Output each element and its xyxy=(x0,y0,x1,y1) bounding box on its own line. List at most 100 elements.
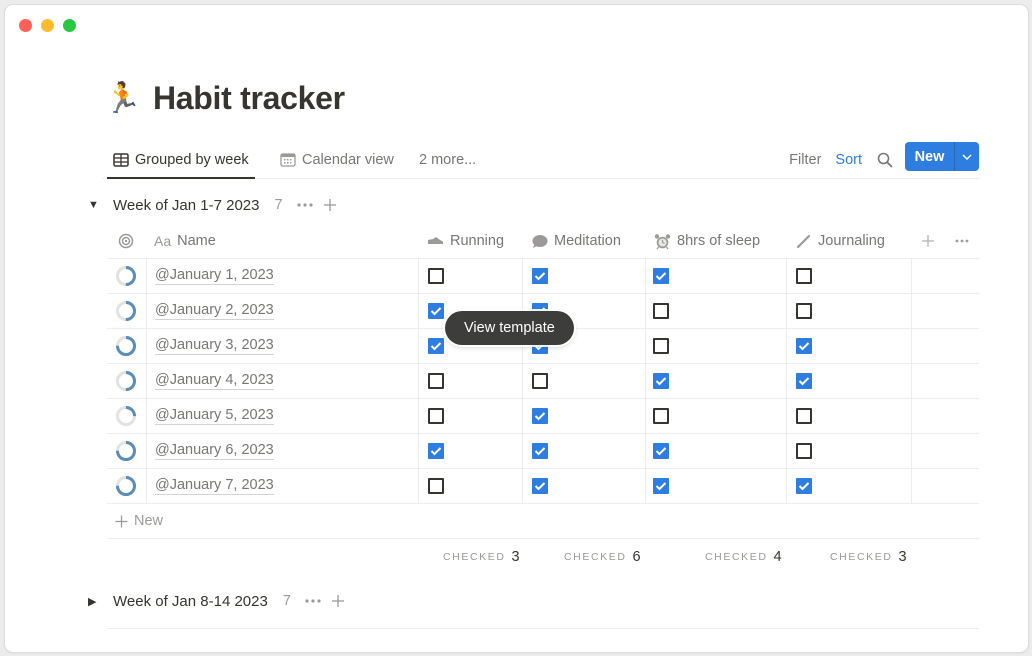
journaling-checkbox[interactable] xyxy=(796,303,812,319)
calculation-row: CHECKED 3 CHECKED 6 CHECKED 4 CHECKED 3 xyxy=(107,539,979,574)
column-header-progress[interactable] xyxy=(118,224,134,258)
check-icon xyxy=(534,482,546,491)
zoom-window-button[interactable] xyxy=(63,19,76,32)
add-row-button[interactable]: New xyxy=(107,504,979,539)
column-divider xyxy=(786,364,787,398)
group-more-icon[interactable] xyxy=(296,203,313,207)
journaling-checkbox[interactable] xyxy=(796,338,812,354)
calc-value: 6 xyxy=(632,548,641,565)
running-checkbox[interactable] xyxy=(428,303,444,319)
running-checkbox[interactable] xyxy=(428,268,444,284)
column-divider xyxy=(418,364,419,398)
meditation-checkbox[interactable] xyxy=(532,268,548,284)
journaling-checkbox[interactable] xyxy=(796,268,812,284)
column-header-sleep[interactable]: 8hrs of sleep xyxy=(654,224,760,258)
column-divider xyxy=(645,294,646,328)
date-mention-link[interactable]: @January 6, 2023 xyxy=(155,442,274,460)
table-row[interactable]: @January 6, 2023 xyxy=(107,434,979,469)
new-button-label[interactable]: New xyxy=(905,142,955,171)
meditation-cell xyxy=(532,399,548,433)
group-header-week2: ▶ Week of Jan 8-14 2023 7 xyxy=(88,589,345,613)
meditation-checkbox[interactable] xyxy=(532,443,548,459)
column-divider xyxy=(418,469,419,503)
meditation-checkbox[interactable] xyxy=(532,408,548,424)
calc-running[interactable]: CHECKED 3 xyxy=(443,539,520,574)
sleep-checkbox[interactable] xyxy=(653,373,669,389)
running-checkbox[interactable] xyxy=(428,373,444,389)
column-divider xyxy=(786,329,787,363)
progress-ring-icon xyxy=(116,371,136,391)
running-cell xyxy=(428,329,444,363)
column-header-name[interactable]: Aa Name xyxy=(154,224,216,258)
sleep-checkbox[interactable] xyxy=(653,268,669,284)
date-mention-link[interactable]: @January 2, 2023 xyxy=(155,302,274,320)
running-checkbox[interactable] xyxy=(428,408,444,424)
calc-meditation[interactable]: CHECKED 6 xyxy=(564,539,641,574)
running-checkbox[interactable] xyxy=(428,443,444,459)
tab-calendar-view[interactable]: Calendar view xyxy=(274,142,400,178)
search-icon[interactable] xyxy=(877,152,893,168)
minimize-window-button[interactable] xyxy=(41,19,54,32)
table-row[interactable]: @January 4, 2023 xyxy=(107,364,979,399)
running-checkbox[interactable] xyxy=(428,478,444,494)
group-add-icon[interactable] xyxy=(323,198,337,212)
add-property-icon[interactable] xyxy=(921,224,935,258)
name-cell: @January 6, 2023 xyxy=(155,434,274,468)
check-icon xyxy=(798,342,810,351)
date-mention-link[interactable]: @January 1, 2023 xyxy=(155,267,274,285)
column-divider xyxy=(786,469,787,503)
column-divider xyxy=(146,399,147,433)
page-icon-runner[interactable]: 🏃 xyxy=(104,81,141,117)
alarm-clock-icon xyxy=(654,233,671,249)
calc-journaling[interactable]: CHECKED 3 xyxy=(830,539,907,574)
page-title[interactable]: Habit tracker xyxy=(153,80,345,117)
filter-button[interactable]: Filter xyxy=(789,152,821,168)
progress-ring-icon xyxy=(116,406,136,426)
group-more-icon[interactable] xyxy=(305,599,321,603)
date-mention-link[interactable]: @January 4, 2023 xyxy=(155,372,274,390)
group-count: 7 xyxy=(282,593,291,609)
check-icon xyxy=(655,272,667,281)
table-row[interactable]: @January 7, 2023 xyxy=(107,469,979,504)
tab-more-views[interactable]: 2 more... xyxy=(413,142,482,178)
date-mention-link[interactable]: @January 5, 2023 xyxy=(155,407,274,425)
column-header-journaling[interactable]: Journaling xyxy=(796,224,885,258)
expand-triangle-icon[interactable]: ▶ xyxy=(88,595,100,608)
table-row[interactable]: @January 1, 2023 xyxy=(107,259,979,294)
column-header-running[interactable]: Running xyxy=(427,224,504,258)
check-icon xyxy=(430,447,442,456)
tab-grouped-by-week[interactable]: Grouped by week xyxy=(107,142,255,179)
meditation-checkbox[interactable] xyxy=(532,478,548,494)
close-window-button[interactable] xyxy=(19,19,32,32)
table-more-icon[interactable] xyxy=(955,224,969,258)
sleep-checkbox[interactable] xyxy=(653,303,669,319)
calc-label: CHECKED xyxy=(564,550,627,563)
name-cell: @January 7, 2023 xyxy=(155,469,274,503)
sleep-checkbox[interactable] xyxy=(653,408,669,424)
view-bar: Grouped by week Calendar view 2 more... … xyxy=(102,142,979,179)
check-icon xyxy=(534,272,546,281)
journaling-checkbox[interactable] xyxy=(796,443,812,459)
column-divider xyxy=(418,259,419,293)
running-checkbox[interactable] xyxy=(428,338,444,354)
calc-sleep[interactable]: CHECKED 4 xyxy=(705,539,782,574)
group-title[interactable]: Week of Jan 8-14 2023 xyxy=(113,593,268,610)
sleep-checkbox[interactable] xyxy=(653,338,669,354)
view-template-tooltip[interactable]: View template xyxy=(445,311,574,345)
new-button[interactable]: New xyxy=(905,142,979,171)
sort-button[interactable]: Sort xyxy=(835,152,862,168)
group-add-icon[interactable] xyxy=(331,594,345,608)
column-header-meditation[interactable]: Meditation xyxy=(532,224,621,258)
chevron-down-icon[interactable] xyxy=(955,142,979,171)
table-row[interactable]: @January 5, 2023 xyxy=(107,399,979,434)
sleep-checkbox[interactable] xyxy=(653,443,669,459)
meditation-checkbox[interactable] xyxy=(532,373,548,389)
journaling-checkbox[interactable] xyxy=(796,408,812,424)
group-title[interactable]: Week of Jan 1-7 2023 xyxy=(113,197,259,214)
journaling-checkbox[interactable] xyxy=(796,478,812,494)
collapse-triangle-icon[interactable]: ▼ xyxy=(88,199,100,211)
journaling-checkbox[interactable] xyxy=(796,373,812,389)
sleep-checkbox[interactable] xyxy=(653,478,669,494)
date-mention-link[interactable]: @January 3, 2023 xyxy=(155,337,274,355)
date-mention-link[interactable]: @January 7, 2023 xyxy=(155,477,274,495)
